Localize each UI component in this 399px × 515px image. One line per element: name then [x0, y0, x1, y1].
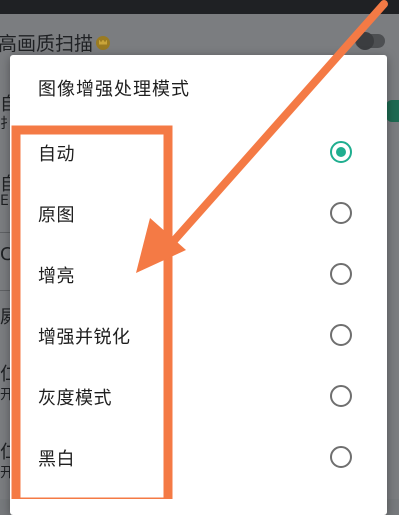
hq-scan-setting-label: 高画质扫描: [0, 29, 111, 56]
option-enhance-sharpen[interactable]: 增强并锐化: [10, 309, 387, 365]
option-label: 增强并锐化: [38, 327, 131, 348]
divider: [0, 290, 10, 291]
option-label: 自动: [38, 144, 75, 165]
bg-text-fragment: E: [0, 193, 9, 209]
image-enhance-mode-dialog: 图像增强处理模式 自动 原图 增亮 增强并锐化 灰度模式 黑白: [10, 55, 387, 515]
hq-scan-switch[interactable]: [355, 32, 385, 50]
radio-unchecked-icon[interactable]: [330, 324, 352, 346]
radio-unchecked-icon[interactable]: [330, 202, 352, 224]
dialog-title: 图像增强处理模式: [38, 79, 190, 100]
enabled-switch-edge[interactable]: [386, 100, 399, 122]
option-label: 灰度模式: [38, 388, 112, 409]
crown-icon: [96, 35, 111, 50]
option-black-white[interactable]: 黑白: [10, 431, 387, 487]
option-brighten[interactable]: 增亮: [10, 248, 387, 304]
divider: [0, 232, 10, 233]
option-label: 原图: [38, 205, 75, 226]
option-original[interactable]: 原图: [10, 187, 387, 243]
option-grayscale[interactable]: 灰度模式: [10, 370, 387, 426]
status-bar: [0, 0, 399, 14]
option-label: 增亮: [38, 266, 75, 287]
radio-unchecked-icon[interactable]: [330, 446, 352, 468]
radio-unchecked-icon[interactable]: [330, 385, 352, 407]
radio-checked-icon[interactable]: [330, 141, 352, 163]
hq-scan-label-text: 高画质扫描: [0, 33, 94, 55]
option-auto[interactable]: 自动: [10, 126, 387, 182]
radio-unchecked-icon[interactable]: [330, 263, 352, 285]
option-label: 黑白: [38, 449, 75, 470]
